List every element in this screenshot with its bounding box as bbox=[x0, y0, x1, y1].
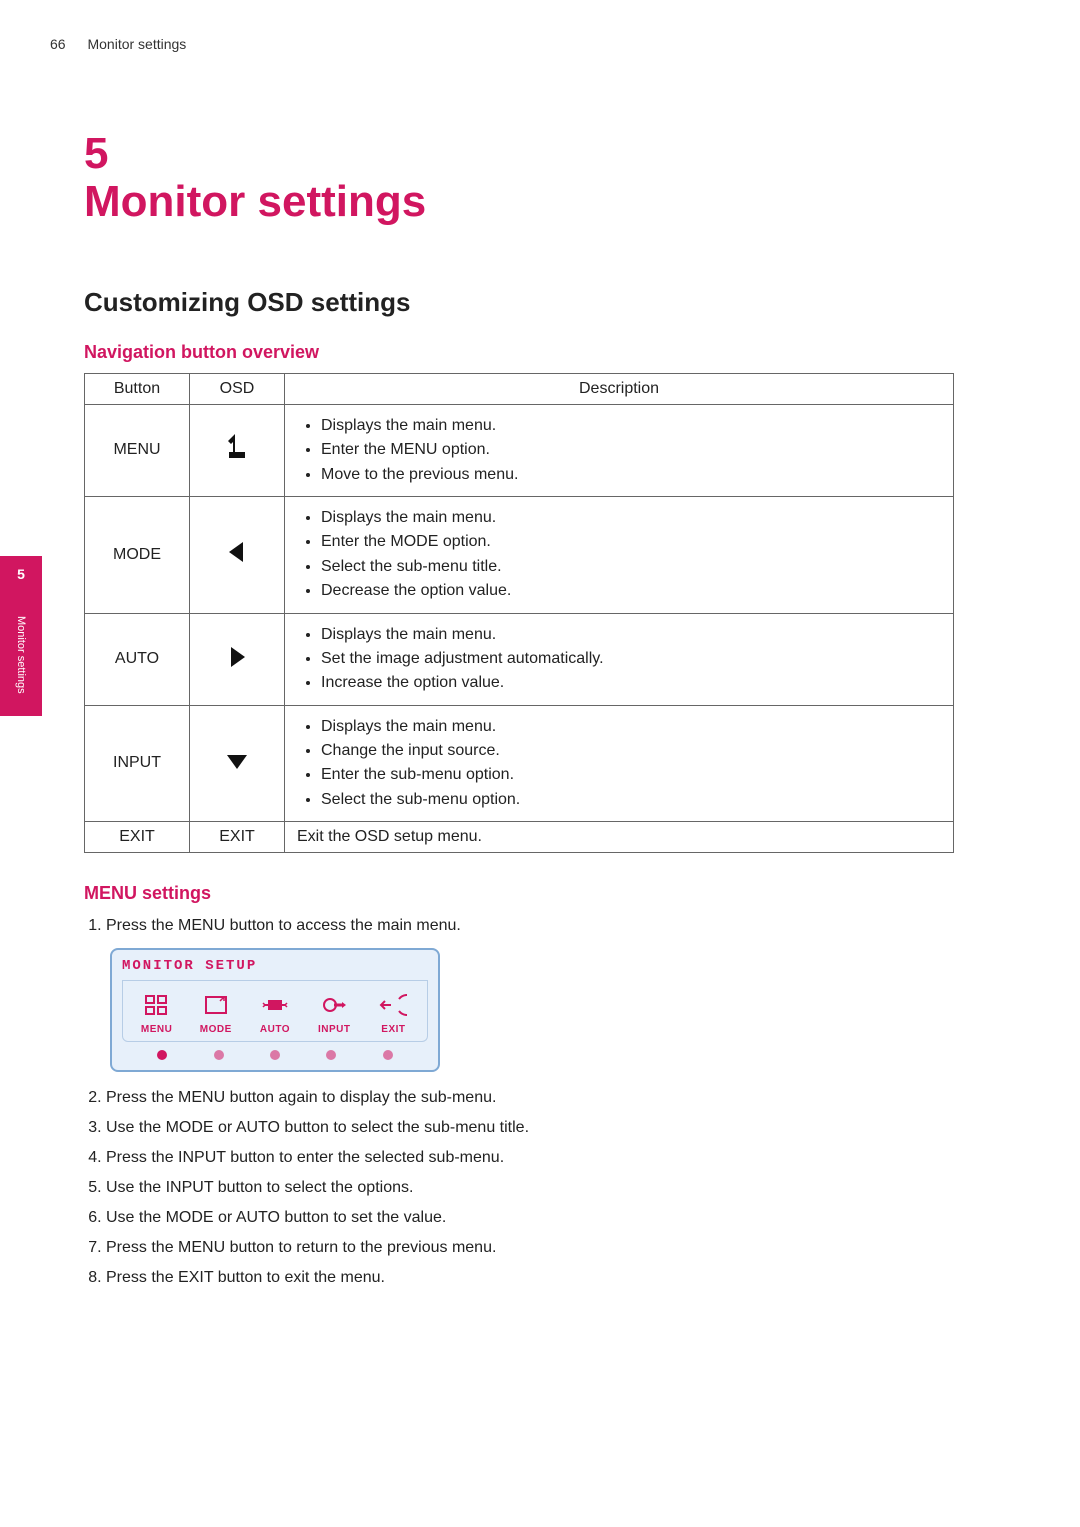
button-label: INPUT bbox=[85, 705, 190, 822]
chapter-side-tab: 5 Monitor settings bbox=[0, 556, 42, 716]
side-tab-number: 5 bbox=[0, 566, 42, 582]
osd-item-label: EXIT bbox=[364, 1024, 423, 1035]
list-item: Use the MODE or AUTO button to select th… bbox=[106, 1116, 974, 1140]
document-page: 66 Monitor settings 5 Monitor settings 5… bbox=[0, 0, 1080, 1527]
section-title: Customizing OSD settings bbox=[84, 287, 974, 318]
chapter-title: Monitor settings bbox=[84, 178, 974, 226]
list-item: Press the MENU button again to display t… bbox=[106, 1086, 974, 1110]
indicator-dot bbox=[157, 1050, 167, 1060]
indicator-dot bbox=[270, 1050, 280, 1060]
osd-item-auto: AUTO bbox=[245, 993, 304, 1035]
desc-item: Displays the main menu. bbox=[321, 415, 941, 437]
list-item: Press the INPUT button to enter the sele… bbox=[106, 1146, 974, 1170]
description-cell: Displays the main menu. Enter the MODE o… bbox=[285, 496, 954, 613]
triangle-down-icon bbox=[223, 747, 251, 775]
page-content: 5 Monitor settings Customizing OSD setti… bbox=[84, 130, 974, 1296]
desc-item: Displays the main menu. bbox=[321, 716, 941, 738]
button-label: MENU bbox=[85, 404, 190, 496]
osd-item-exit: EXIT bbox=[364, 993, 423, 1035]
osd-item-label: INPUT bbox=[305, 1024, 364, 1035]
desc-item: Change the input source. bbox=[321, 740, 941, 762]
desc-item: Displays the main menu. bbox=[321, 624, 941, 646]
osd-icon-cell bbox=[190, 705, 285, 822]
menu-glyph-icon bbox=[223, 434, 251, 462]
button-label: EXIT bbox=[85, 822, 190, 853]
col-osd: OSD bbox=[190, 373, 285, 404]
osd-icon-cell bbox=[190, 404, 285, 496]
menu-settings-section: MENU settings Press the MENU button to a… bbox=[84, 883, 974, 1290]
triangle-left-icon bbox=[223, 538, 251, 566]
list-item: Press the EXIT button to exit the menu. bbox=[106, 1266, 974, 1290]
desc-item: Enter the MODE option. bbox=[321, 531, 941, 553]
col-button: Button bbox=[85, 373, 190, 404]
table-row: EXIT EXIT Exit the OSD setup menu. bbox=[85, 822, 954, 853]
desc-item: Displays the main menu. bbox=[321, 507, 941, 529]
desc-item: Select the sub-menu option. bbox=[321, 789, 941, 811]
mode-frame-icon bbox=[202, 1004, 230, 1021]
description-cell: Displays the main menu. Enter the MENU o… bbox=[285, 404, 954, 496]
list-item: Press the MENU button to return to the p… bbox=[106, 1236, 974, 1260]
desc-item: Select the sub-menu title. bbox=[321, 556, 941, 578]
table-row: MENU Displays the main menu. Enter the M… bbox=[85, 404, 954, 496]
osd-text-cell: EXIT bbox=[190, 822, 285, 853]
desc-item: Decrease the option value. bbox=[321, 580, 941, 602]
indicator-dot bbox=[326, 1050, 336, 1060]
menu-grid-icon bbox=[143, 1004, 171, 1021]
running-title: Monitor settings bbox=[87, 36, 186, 52]
table-header-row: Button OSD Description bbox=[85, 373, 954, 404]
chapter-number: 5 bbox=[84, 130, 974, 178]
button-label: MODE bbox=[85, 496, 190, 613]
desc-item: Enter the sub-menu option. bbox=[321, 764, 941, 786]
osd-item-menu: MENU bbox=[127, 993, 186, 1035]
osd-item-label: MENU bbox=[127, 1024, 186, 1035]
osd-panel-title: MONITOR SETUP bbox=[122, 958, 428, 981]
indicator-dot bbox=[383, 1050, 393, 1060]
osd-indicator-dots bbox=[122, 1042, 428, 1070]
desc-item: Increase the option value. bbox=[321, 672, 941, 694]
list-item: Press the MENU button to access the main… bbox=[106, 914, 974, 938]
desc-item: Move to the previous menu. bbox=[321, 464, 941, 486]
running-header: 66 Monitor settings bbox=[50, 36, 186, 52]
desc-item: Set the image adjustment automatically. bbox=[321, 648, 941, 670]
list-item: Use the MODE or AUTO button to set the v… bbox=[106, 1206, 974, 1230]
nav-table-heading: Navigation button overview bbox=[84, 342, 974, 363]
col-description: Description bbox=[285, 373, 954, 404]
auto-adjust-icon bbox=[261, 1004, 289, 1021]
osd-panel: MONITOR SETUP MENU MODE bbox=[110, 948, 440, 1072]
input-plug-icon bbox=[320, 1004, 348, 1021]
osd-icons-row: MENU MODE AUTO bbox=[122, 981, 428, 1042]
description-cell: Exit the OSD setup menu. bbox=[285, 822, 954, 853]
indicator-dot bbox=[214, 1050, 224, 1060]
desc-item: Enter the MENU option. bbox=[321, 439, 941, 461]
osd-item-input: INPUT bbox=[305, 993, 364, 1035]
description-cell: Displays the main menu. Set the image ad… bbox=[285, 613, 954, 705]
osd-icon-cell bbox=[190, 496, 285, 613]
exit-arrow-icon bbox=[379, 1004, 407, 1021]
navigation-button-table: Button OSD Description MENU bbox=[84, 373, 954, 853]
menu-settings-heading: MENU settings bbox=[84, 883, 974, 904]
table-row: AUTO Displays the main menu. Set the ima… bbox=[85, 613, 954, 705]
page-number: 66 bbox=[50, 36, 66, 52]
osd-item-mode: MODE bbox=[186, 993, 245, 1035]
menu-steps-list: Press the MENU button to access the main… bbox=[84, 914, 974, 938]
osd-item-label: AUTO bbox=[245, 1024, 304, 1035]
list-item: Use the INPUT button to select the optio… bbox=[106, 1176, 974, 1200]
table-row: MODE Displays the main menu. Enter the M… bbox=[85, 496, 954, 613]
triangle-right-icon bbox=[223, 643, 251, 671]
menu-steps-list-cont: Press the MENU button again to display t… bbox=[84, 1086, 974, 1290]
description-cell: Displays the main menu. Change the input… bbox=[285, 705, 954, 822]
side-tab-label: Monitor settings bbox=[15, 616, 27, 694]
osd-item-label: MODE bbox=[186, 1024, 245, 1035]
table-row: INPUT Displays the main menu. Change the… bbox=[85, 705, 954, 822]
osd-icon-cell bbox=[190, 613, 285, 705]
osd-setup-figure: MONITOR SETUP MENU MODE bbox=[110, 948, 440, 1072]
button-label: AUTO bbox=[85, 613, 190, 705]
